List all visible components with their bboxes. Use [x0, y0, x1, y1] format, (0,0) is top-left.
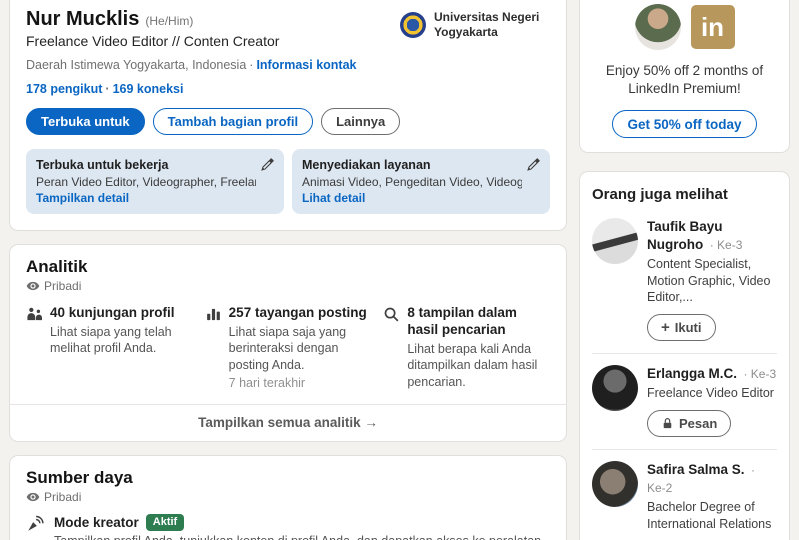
plus-icon: +	[661, 319, 670, 337]
analytics-item-post-impressions[interactable]: 257 tayangan posting Lihat siapa saja ya…	[205, 305, 372, 390]
services-card: Menyediakan layanan Animasi Video, Penge…	[292, 149, 550, 215]
open-to-work-card: Terbuka untuk bekerja Peran Video Editor…	[26, 149, 284, 215]
contact-info-link[interactable]: Informasi kontak	[256, 58, 356, 72]
profile-card: Nur Mucklis (He/Him) Freelance Video Edi…	[10, 0, 566, 231]
analytics-card: Analitik Pribadi 40 kunjungan profil Lih…	[10, 245, 566, 441]
person-name[interactable]: Safira Salma S.	[647, 462, 745, 477]
person-degree: · Ke-3	[743, 367, 777, 382]
person-headline: Content Specialist, Motion Graphic, Vide…	[647, 257, 771, 304]
avatar[interactable]	[592, 461, 638, 508]
resources-card: Sumber daya Pribadi Mode kreator Aktif T…	[10, 455, 566, 540]
analytics-item-title: 8 tampilan dalam hasil pencarian	[407, 305, 517, 338]
add-profile-section-button[interactable]: Tambah bagian profil	[152, 108, 314, 135]
main-column: Nur Mucklis (He/Him) Freelance Video Edi…	[10, 0, 566, 540]
pronouns: (He/Him)	[145, 14, 194, 28]
analytics-item-search-appearances[interactable]: 8 tampilan dalam hasil pencarian Lihat b…	[383, 305, 550, 390]
analytics-title: Analitik	[26, 257, 88, 277]
message-button[interactable]: Pesan	[647, 410, 732, 438]
privacy-line: Pribadi	[26, 279, 550, 293]
followers-count[interactable]: 178 pengikut	[26, 82, 102, 96]
bar-chart-icon	[206, 309, 220, 321]
person-headline: Bachelor Degree of International Relatio…	[647, 500, 772, 531]
edit-pencil-icon[interactable]	[526, 157, 541, 172]
creator-mode-icon	[28, 515, 44, 531]
profile-name: Nur Mucklis	[26, 8, 140, 30]
premium-ad-card: in Enjoy 50% off 2 months of LinkedIn Pr…	[580, 0, 789, 153]
person-degree: · Ke-3	[709, 238, 743, 253]
see-details-link[interactable]: Lihat detail	[302, 190, 522, 206]
edit-pencil-icon[interactable]	[260, 157, 275, 172]
person-card: Erlangga M.C. · Ke-3 Freelance Video Edi…	[592, 353, 777, 449]
show-details-link[interactable]: Tampilkan detail	[36, 190, 256, 206]
page: Nur Mucklis (He/Him) Freelance Video Edi…	[0, 0, 799, 540]
analytics-item-profile-views[interactable]: 40 kunjungan profil Lihat siapa yang tel…	[26, 305, 193, 390]
education-name: Universitas Negeri Yogyakarta	[434, 10, 540, 39]
lock-icon	[663, 418, 672, 429]
analytics-item-desc: Lihat siapa yang telah melihat profil An…	[50, 325, 172, 356]
linkedin-premium-logo-icon: in	[690, 5, 735, 49]
more-button[interactable]: Lainnya	[321, 108, 401, 135]
resource-desc: Tampilkan profil Anda, tunjukkan konten …	[54, 534, 550, 540]
person-card: Taufik Bayu Nugroho · Ke-3 Content Speci…	[592, 207, 777, 353]
location-text: Daerah Istimewa Yogyakarta, Indonesia	[26, 58, 247, 72]
people-also-viewed-title: Orang juga melihat	[592, 186, 728, 204]
avatar[interactable]	[592, 218, 638, 265]
privacy-label: Pribadi	[44, 279, 82, 294]
analytics-item-desc: Lihat siapa saja yang berinteraksi denga…	[228, 325, 347, 372]
privacy-line: Pribadi	[26, 490, 550, 504]
active-badge: Aktif	[145, 513, 185, 531]
person-card: Safira Salma S. · Ke-2 Bachelor Degree o…	[592, 449, 777, 540]
people-also-viewed-card: Orang juga melihat Taufik Bayu Nugroho ·…	[580, 172, 789, 540]
follow-button[interactable]: + Ikuti	[647, 314, 716, 342]
person-headline: Freelance Video Editor	[647, 386, 774, 401]
open-to-work-desc: Peran Video Editor, Videographer, Freela…	[36, 174, 256, 189]
show-all-analytics-link[interactable]: Tampilkan semua analitik →	[10, 403, 566, 441]
resource-title: Mode kreator	[54, 514, 139, 530]
analytics-item-title: 40 kunjungan profil	[50, 305, 175, 321]
profile-headline: Freelance Video Editor // Conten Creator	[26, 33, 280, 49]
university-logo-icon	[400, 12, 426, 38]
privacy-label: Pribadi	[44, 489, 82, 504]
analytics-item-note: 7 hari terakhir	[228, 375, 306, 390]
eye-icon	[26, 492, 40, 501]
resource-item-creator-mode[interactable]: Mode kreator Aktif Tampilkan profil Anda…	[10, 504, 566, 540]
right-sidebar: in Enjoy 50% off 2 months of LinkedIn Pr…	[580, 0, 789, 540]
connections-count[interactable]: 169 koneksi	[113, 82, 184, 96]
services-title: Menyediakan layanan	[302, 158, 431, 172]
premium-ad-text: Enjoy 50% off 2 months of LinkedIn Premi…	[605, 63, 764, 97]
resources-title: Sumber daya	[26, 467, 133, 487]
open-to-button[interactable]: Terbuka untuk	[26, 108, 145, 135]
person-name[interactable]: Erlangga M.C.	[647, 366, 737, 381]
avatar[interactable]	[592, 365, 638, 412]
eye-icon	[26, 282, 40, 291]
premium-cta-button[interactable]: Get 50% off today	[612, 110, 757, 139]
user-avatar	[634, 4, 681, 50]
search-icon	[384, 307, 399, 322]
people-icon	[27, 308, 43, 321]
analytics-item-desc: Lihat berapa kali Anda ditampilkan dalam…	[407, 342, 538, 389]
location-line: Daerah Istimewa Yogyakarta, Indonesia · In…	[26, 58, 357, 72]
open-to-work-title: Terbuka untuk bekerja	[36, 158, 169, 172]
services-desc: Animasi Video, Pengeditan Video, Videogr…	[302, 174, 522, 189]
follower-stats: 178 pengikut · 169 koneksi	[26, 82, 184, 96]
analytics-item-title: 257 tayangan posting	[228, 305, 367, 321]
education-link[interactable]: Universitas Negeri Yogyakarta	[400, 10, 550, 40]
